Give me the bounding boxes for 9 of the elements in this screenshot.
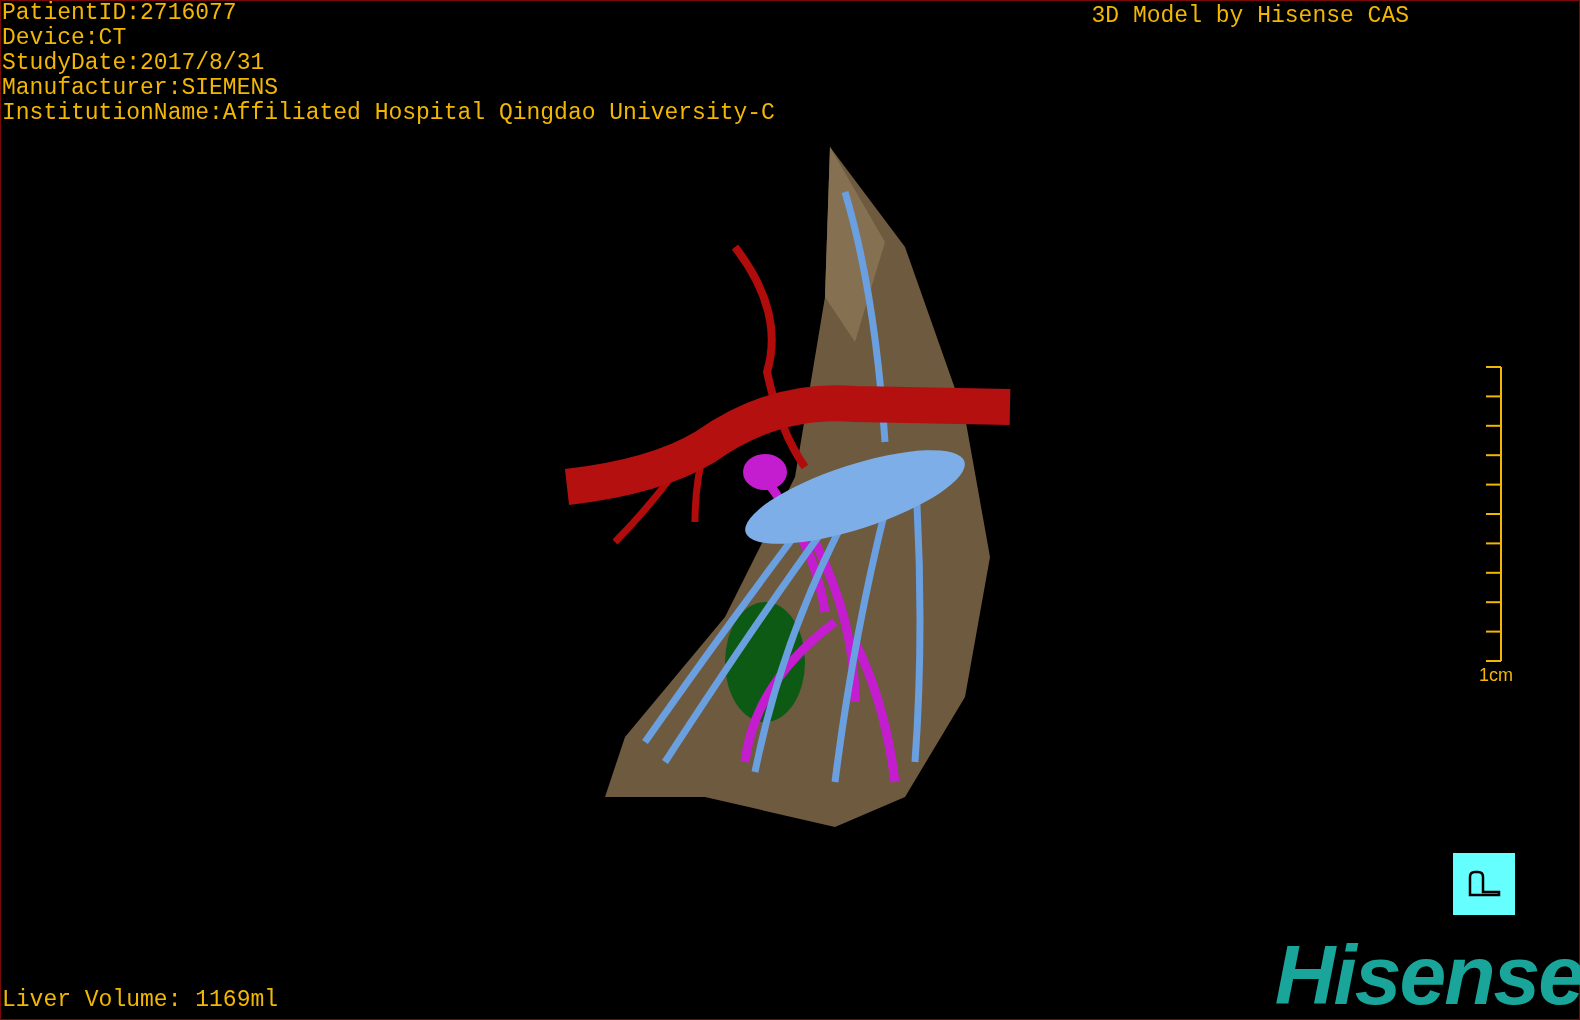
viewer-title: 3D Model by Hisense CAS: [1091, 2, 1409, 31]
patient-info-text: PatientID:2716077: [2, 1, 238, 26]
view-orientation-button[interactable]: [1453, 853, 1515, 915]
scale-label: 1cm: [1479, 665, 1513, 685]
patient-info-text: Device:CT: [2, 26, 128, 51]
patient-info-text: InstitutionName:Affiliated Hospital Qingdao University-C: [2, 101, 775, 126]
patient-info-text: StudyDate:2017/8/31: [2, 51, 266, 76]
liver-volume-text: Liver Volume: 1169ml: [1, 986, 279, 1015]
patient-info-text: Manufacturer:SIEMENS: [2, 76, 280, 101]
